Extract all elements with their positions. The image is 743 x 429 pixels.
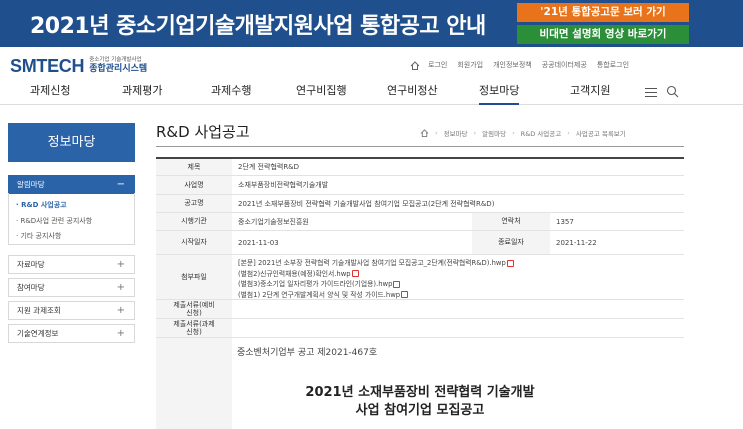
nav-item-info[interactable]: 정보마당 [479,83,520,105]
table-row: 제출서류(과제신청) [156,319,684,338]
attachment-item[interactable]: (별첨1) 2단계 연구개발계획서 양식 및 작성 가이드.hwp [238,290,514,301]
attachment-list: [본문] 2021년 소부장 전략협력 기술개발사업 참여기업 모집공고_2단계… [238,258,514,300]
sidebar-item-label: 기술연계정보 [17,329,59,338]
sidebar-item-notice[interactable]: 알림마당 − [8,175,135,194]
sidebar-sub-rnd-notice[interactable]: · R&D 사업공고 [16,200,67,210]
banner-title: 2021년 중소기업기술개발지원사업 통합공고 안내 [30,14,486,39]
start-date-value: 2021-11-03 [238,238,279,247]
main-nav: 과제신청 과제평가 과제수행 연구비집행 연구비정산 정보마당 고객지원 [0,83,743,105]
table-row: 제목 2단계 전략협력R&D [156,159,684,176]
expand-icon: + [116,282,125,293]
attachment-item[interactable]: (별첨2)신규인력채용(예정)확인서.hwp [238,269,514,280]
breadcrumb-separator: › [512,129,515,137]
end-date-header: 종료일자 [472,231,550,254]
notice-detail-table: 제목 2단계 전략협력R&D 사업명 소재부품장비전략협력기술개발 공고명 20… [156,157,684,429]
logo-sub-line1: 중소기업 기술개발사업 [89,57,142,64]
table-row: 시행기관 중소기업기술정보진흥원 연락처 1357 [156,213,684,231]
agency-value: 중소기업기술정보진흥원 [238,217,309,226]
submit-docs-pre-header: 제출서류(예비신청) [156,300,232,318]
hamburger-icon[interactable] [645,88,657,97]
breadcrumb-separator: › [473,129,477,137]
notice-name-header: 공고명 [156,195,232,212]
view-notice-button[interactable]: '21년 통합공고문 보러 가기 [517,3,689,22]
attachments-header: 첨부파일 [156,255,232,299]
breadcrumb-item[interactable]: 알림마당 [482,128,506,138]
utility-nav: 로그인 회원가입 개인정보정책 공공데이터제공 통합로그인 [410,60,639,70]
notice-number: 중소벤처기업부 공고 제2021-467호 [237,348,378,358]
hwp-file-icon [393,280,401,288]
table-row: 공고명 2021년 소재부품장비 전략협력 기술개발사업 참여기업 모집공고(2… [156,195,684,213]
document-title-line2: 사업 참여기업 모집공고 [355,403,485,418]
sidebar-item-participation[interactable]: 참여마당 + [8,278,135,297]
expand-icon: + [116,259,125,270]
public-data-link[interactable]: 공공데이터제공 [542,60,587,70]
table-row: 제출서류(예비신청) [156,300,684,319]
collapse-icon: − [116,179,125,190]
business-header: 사업명 [156,176,232,194]
site-logo[interactable]: SMTECH 중소기업 기술개발사업 종합관리시스템 [10,56,147,76]
sidebar-title: 정보마당 [8,123,135,162]
attachment-item[interactable]: [본문] 2021년 소부장 전략협력 기술개발사업 참여기업 모집공고_2단계… [238,258,514,269]
hwp-file-icon [506,259,514,267]
breadcrumb-separator: › [567,129,570,137]
expand-icon: + [116,328,125,339]
submit-docs-apply-header: 제출서류(과제신청) [156,319,232,337]
sidebar-item-label: 자료마당 [17,260,45,269]
page-title: R&D 사업공고 [156,123,250,141]
sidebar-item-label: 알림마당 [17,180,45,189]
document-title-line1: 2021년 소재부품장비 전략협력 기술개발 [305,385,535,400]
hwp-file-icon [401,291,409,299]
table-row: 사업명 소재부품장비전략협력기술개발 [156,176,684,195]
home-icon[interactable] [420,129,429,137]
nav-item-settlement[interactable]: 연구비정산 [387,83,438,105]
notice-name-value: 2021년 소재부품장비 전략협력 기술개발사업 참여기업 모집공고(2단계 전… [238,199,495,208]
sidebar-item-label: 지원 과제조회 [17,306,61,315]
sidebar-item-tech-link[interactable]: 기술연계정보 + [8,324,135,343]
home-icon[interactable] [410,60,420,70]
nav-item-evaluation[interactable]: 과제평가 [122,83,162,105]
logo-subtitle: 중소기업 기술개발사업 종합관리시스템 [89,58,147,74]
sidebar-item-resources[interactable]: 자료마당 + [8,255,135,274]
agency-header: 시행기관 [156,213,232,230]
table-row: 시작일자 2021-11-03 종료일자 2021-11-22 [156,231,684,255]
top-banner: 2021년 중소기업기술개발지원사업 통합공고 안내 '21년 통합공고문 보러… [0,0,743,47]
sidebar-item-label: 참여마당 [17,283,45,292]
login-link[interactable]: 로그인 [428,60,447,70]
title-divider [156,146,684,147]
logo-main-text: SMTECH [10,55,85,76]
title-header: 제목 [156,159,232,175]
nav-item-expense[interactable]: 연구비집행 [296,83,347,105]
attachment-item[interactable]: (별첨3)중소기업 일자리평가 가이드라인(기업용).hwp [238,279,514,290]
nav-item-execution[interactable]: 과제수행 [211,83,251,105]
breadcrumb-item[interactable]: R&D 사업공고 [521,128,562,138]
sidebar-item-project-search[interactable]: 지원 과제조회 + [8,301,135,320]
integrated-login-link[interactable]: 통합로그인 [597,60,629,70]
breadcrumb-item[interactable]: 정보마당 [444,128,468,138]
hwp-file-icon [351,270,359,278]
title-value: 2단계 전략협력R&D [238,163,300,171]
expand-icon: + [116,305,125,316]
logo-sub-line2: 종합관리시스템 [89,63,148,74]
end-date-value: 2021-11-22 [556,238,597,247]
breadcrumb: › 정보마당 › 알림마당 › R&D 사업공고 › 사업공고 목록보기 [420,128,626,138]
contact-header: 연락처 [472,213,550,230]
sidebar-sub-other-notices[interactable]: · 기타 공지사항 [16,231,61,241]
join-link[interactable]: 회원가입 [457,60,483,70]
breadcrumb-separator: › [435,129,438,137]
business-value: 소재부품장비전략협력기술개발 [238,181,329,189]
contact-value: 1357 [556,217,574,226]
breadcrumb-item[interactable]: 사업공고 목록보기 [576,128,626,138]
start-date-header: 시작일자 [156,231,232,254]
search-icon[interactable] [666,85,679,98]
privacy-link[interactable]: 개인정보정책 [493,60,532,70]
nav-item-apply[interactable]: 과제신청 [30,83,70,105]
nav-item-support[interactable]: 고객지원 [570,83,610,105]
watch-briefing-video-button[interactable]: 비대면 설명회 영상 바로가기 [517,25,689,44]
table-row: 첨부파일 [본문] 2021년 소부장 전략협력 기술개발사업 참여기업 모집공… [156,255,684,300]
sidebar-sub-rnd-announcements[interactable]: · R&D사업 관련 공지사항 [16,216,92,226]
